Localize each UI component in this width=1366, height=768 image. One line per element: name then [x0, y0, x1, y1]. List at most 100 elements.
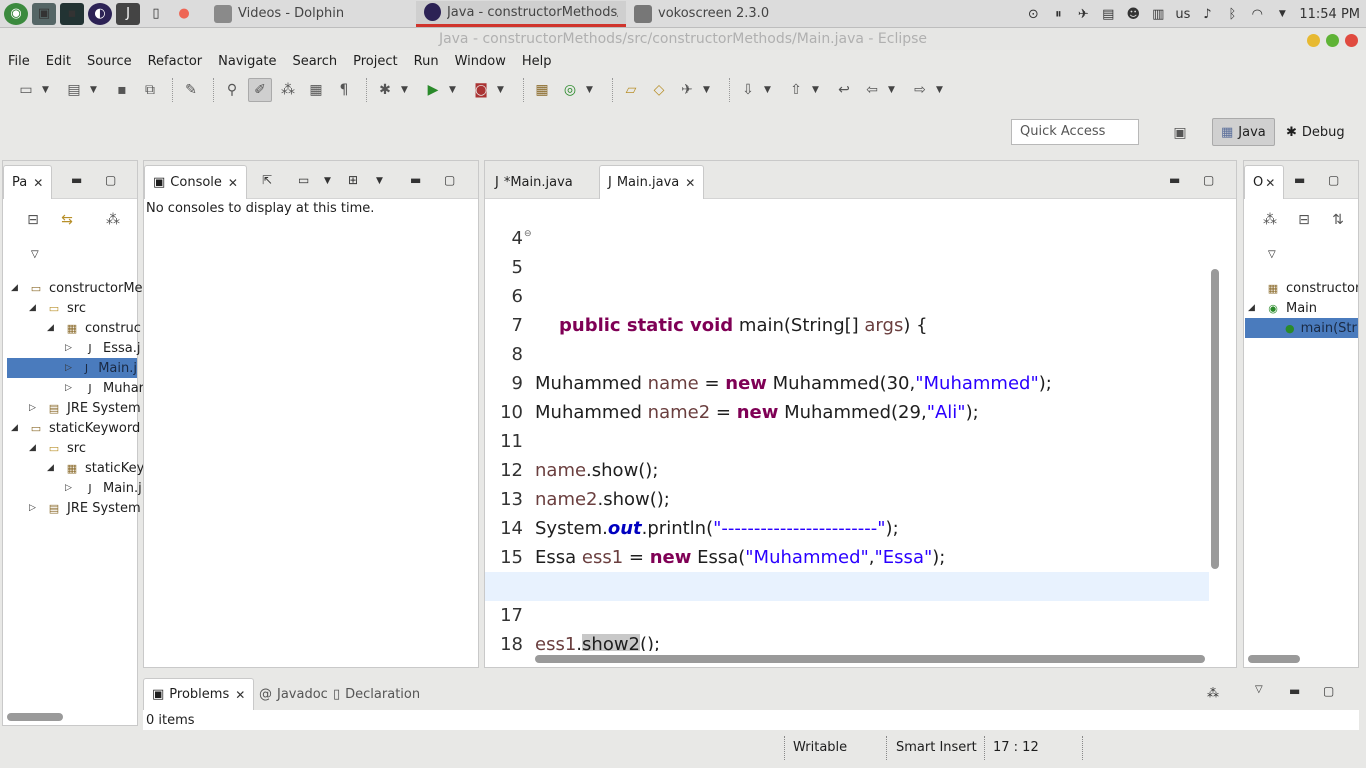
menu-help[interactable]: Help	[514, 54, 560, 69]
code-line[interactable]: 10	[485, 369, 1209, 423]
quick-access-input[interactable]: Quick Access	[1011, 119, 1139, 145]
minimize-icon[interactable]: ▬	[1169, 173, 1180, 187]
tree-item[interactable]: ▷ J Main.j	[65, 478, 142, 498]
chevron-down-icon[interactable]: ▼	[764, 85, 774, 95]
code-area[interactable]: 4 5 ⊖ public static void main(String[] a…	[485, 199, 1209, 651]
pin-icon[interactable]: ✎	[179, 78, 203, 102]
open-task-icon[interactable]: ◇	[647, 78, 671, 102]
display-console-icon[interactable]: ▭	[298, 173, 309, 187]
terminal-icon[interactable]: ▪	[60, 2, 84, 25]
user-icon[interactable]: ☻	[1125, 6, 1141, 22]
tree-item[interactable]: ◢ ▦ staticKey	[47, 458, 144, 478]
maximize-icon[interactable]: ▢	[1323, 684, 1334, 698]
close-icon[interactable]: ✕	[685, 176, 695, 190]
code-line[interactable]: 15 Essa ess2 = new Essa("Muhammed","Essa…	[485, 514, 1209, 597]
menu-search[interactable]: Search	[284, 54, 345, 69]
new-icon[interactable]: ▭	[14, 78, 38, 102]
chevron-down-icon[interactable]: ▽	[1268, 249, 1276, 260]
minimize-icon[interactable]: ▬	[71, 173, 82, 187]
storage-icon[interactable]: ▥	[1150, 6, 1166, 22]
start-menu-icon[interactable]: ◉	[4, 2, 28, 25]
bluetooth-icon[interactable]: ᛒ	[1224, 6, 1240, 22]
run-icon[interactable]: ▶	[421, 78, 445, 102]
code-line[interactable]: 8 Muhammed name = new Muhammed(30,"Muham…	[485, 311, 1209, 394]
open-type-icon[interactable]: ⚲	[220, 78, 244, 102]
next-annotation-icon[interactable]: ⇩	[736, 78, 760, 102]
code-line[interactable]: 9 Muhammed name2 = new Muhammed(29,"Ali"…	[485, 340, 1209, 423]
chevron-down-icon[interactable]: ▼	[449, 85, 459, 95]
view-menu-icon[interactable]: ⁂	[101, 208, 125, 232]
wifi-icon[interactable]: ◠	[1249, 6, 1265, 22]
minimize-icon[interactable]: ▬	[1289, 684, 1300, 698]
chevron-down-icon[interactable]: ▼	[936, 85, 946, 95]
expand-icon[interactable]: ◢	[11, 423, 23, 433]
search-icon[interactable]: ✈	[675, 78, 699, 102]
expand-icon[interactable]: ◢	[11, 283, 23, 293]
save-all-icon[interactable]: ⧉	[138, 78, 162, 102]
clipboard-icon[interactable]: ▤	[1100, 6, 1116, 22]
code-line[interactable]: 18 ess2.show();	[485, 601, 1209, 651]
perspective-debug[interactable]: ✱ Debug	[1278, 118, 1353, 146]
keyboard-layout[interactable]: us	[1175, 7, 1190, 22]
tab-package-explorer[interactable]: Pa ✕	[3, 165, 53, 199]
horizontal-scrollbar[interactable]	[535, 655, 1205, 663]
view-menu-icon[interactable]: ⁂	[1207, 686, 1219, 700]
chevron-down-icon[interactable]: ▼	[1274, 6, 1290, 22]
debug-icon[interactable]: ✱	[373, 78, 397, 102]
expand-icon[interactable]: ◢	[29, 443, 41, 453]
collapsed-icon[interactable]: ▷	[65, 343, 77, 353]
tab-main-java[interactable]: J Main.java ✕	[599, 165, 705, 199]
forward-icon[interactable]: ⇨	[908, 78, 932, 102]
collapse-all-icon[interactable]: ⊟	[21, 208, 45, 232]
code-line[interactable]: 14 Essa ess1 = new Essa("Muhammed","Essa…	[485, 485, 1209, 568]
maximize-icon[interactable]: ▢	[1328, 173, 1339, 187]
tree-item[interactable]: ▷ ▤ JRE System	[29, 498, 141, 518]
close-icon[interactable]: ✕	[33, 176, 43, 190]
collapse-all-icon[interactable]: ⊟	[1292, 208, 1316, 232]
chevron-down-icon[interactable]: ▼	[888, 85, 898, 95]
tab-problems[interactable]: ▣ Problems ✕	[143, 678, 255, 710]
code-line[interactable]: 6	[485, 253, 1209, 307]
menu-window[interactable]: Window	[447, 54, 514, 69]
open-console-icon[interactable]: ⊞	[348, 173, 358, 187]
desktop-icon[interactable]: ▣	[32, 2, 56, 25]
sort-icon[interactable]: ⇅	[1326, 208, 1350, 232]
code-line-current[interactable]: 17 ess1.show2();	[485, 572, 1209, 651]
menu-source[interactable]: Source	[79, 54, 140, 69]
tab-declaration[interactable]: ▯ Declaration	[325, 678, 428, 710]
minimize-icon[interactable]: ▬	[410, 173, 421, 187]
task-dolphin[interactable]: Videos - Dolphin	[206, 1, 416, 27]
collapsed-icon[interactable]: ▷	[65, 363, 75, 373]
maximize-icon[interactable]: ▢	[444, 173, 455, 187]
tree-item[interactable]: ◢ ▦ construc	[47, 318, 141, 338]
outline-item-selected[interactable]: ● main(Strin	[1245, 318, 1358, 338]
tree-item[interactable]: ▷ J Essa.j	[65, 338, 140, 358]
tree-item[interactable]: ◢ ▭ src	[29, 298, 86, 318]
chevron-down-icon[interactable]: ▽	[31, 249, 39, 260]
record-icon[interactable]: ⊙	[1025, 6, 1041, 22]
code-line[interactable]: 13 System.out.println("-----------------…	[485, 456, 1209, 539]
focus-icon[interactable]: ⁂	[1258, 208, 1282, 232]
vertical-scrollbar[interactable]	[1211, 269, 1219, 569]
volume-icon[interactable]: ♪	[1199, 6, 1215, 22]
tree-item[interactable]: ◢ ▭ staticKeyword	[11, 418, 140, 438]
firefox-icon[interactable]: ●	[172, 3, 196, 25]
code-line[interactable]: 7	[485, 282, 1209, 336]
tree-item[interactable]: ◢ ▭ constructorMe	[11, 278, 143, 298]
tree-item[interactable]: ◢ ▭ src	[29, 438, 86, 458]
maximize-icon[interactable]: ▢	[1203, 173, 1214, 187]
chevron-down-icon[interactable]: ▼	[497, 85, 507, 95]
open-folder-icon[interactable]: ▱	[619, 78, 643, 102]
fold-icon[interactable]: ⊖	[524, 220, 532, 249]
outline-item[interactable]: ◢ ◉ Main	[1248, 298, 1317, 318]
save-icon[interactable]: ▪	[110, 78, 134, 102]
new-window-icon[interactable]: ▤	[62, 78, 86, 102]
code-line[interactable]: 12 name2.show();	[485, 427, 1209, 510]
code-line[interactable]: 4	[485, 199, 1209, 249]
expand-icon[interactable]: ◢	[29, 303, 41, 313]
code-line[interactable]: 16	[485, 543, 1209, 597]
menu-edit[interactable]: Edit	[38, 54, 79, 69]
intellij-icon[interactable]: J	[116, 2, 140, 25]
close-button[interactable]	[1345, 34, 1358, 47]
tab-outline[interactable]: O ✕	[1244, 165, 1285, 199]
